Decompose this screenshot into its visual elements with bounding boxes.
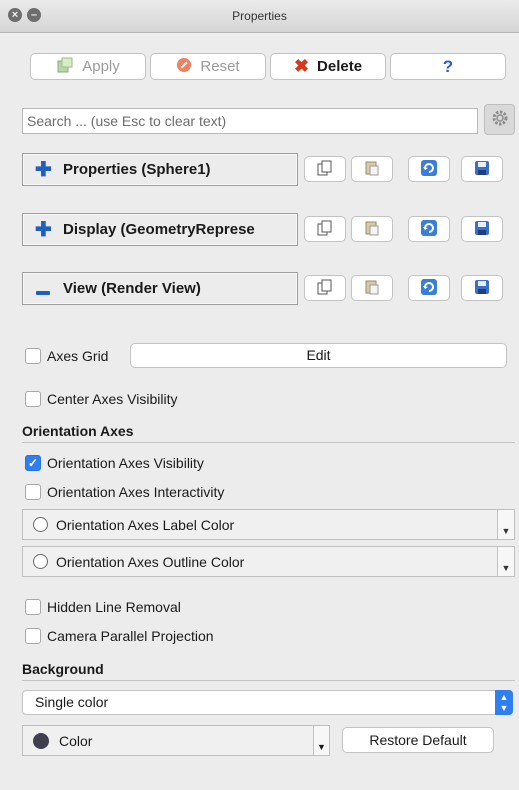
- paste-view-button[interactable]: [351, 275, 393, 301]
- camera-parallel-checkbox[interactable]: Camera Parallel Projection: [25, 628, 214, 644]
- reload-icon: [420, 278, 438, 299]
- apply-icon: [56, 57, 74, 77]
- color-swatch-icon: [33, 517, 48, 532]
- expand-plus-icon: ✚: [35, 158, 52, 181]
- reload-properties-button[interactable]: [408, 156, 450, 182]
- help-button[interactable]: ?: [390, 53, 506, 80]
- orientation-axes-heading: Orientation Axes: [22, 423, 134, 439]
- dropdown-arrow-icon[interactable]: ▼: [498, 509, 515, 540]
- window-title: Properties: [232, 9, 287, 23]
- reset-label: Reset: [200, 58, 240, 75]
- delete-button[interactable]: ✖ Delete: [270, 53, 386, 80]
- reload-view-button[interactable]: [408, 275, 450, 301]
- dropdown-arrow-icon[interactable]: ▼: [314, 725, 330, 756]
- hidden-line-removal-checkbox[interactable]: Hidden Line Removal: [25, 599, 181, 615]
- color-swatch-icon: [33, 732, 49, 749]
- help-label: ?: [442, 56, 454, 76]
- section-properties-header[interactable]: ✚ Properties (Sphere1): [22, 153, 298, 186]
- reset-icon: [176, 57, 192, 77]
- orientation-label-color-label: Orientation Axes Label Color: [56, 516, 235, 533]
- save-view-button[interactable]: [461, 275, 503, 301]
- restore-default-button[interactable]: Restore Default: [342, 727, 494, 753]
- paste-icon: [363, 159, 381, 180]
- background-color-label: Color: [59, 732, 93, 749]
- orientation-label-color-button[interactable]: Orientation Axes Label Color: [22, 509, 498, 540]
- background-heading: Background: [22, 661, 104, 677]
- copy-icon: [316, 278, 334, 299]
- copy-view-button[interactable]: [304, 275, 346, 301]
- collapse-minus-icon: [35, 279, 51, 299]
- center-axes-box[interactable]: [25, 391, 41, 407]
- section-view-header[interactable]: View (Render View): [22, 272, 298, 305]
- orientation-visibility-checkbox[interactable]: ✓ Orientation Axes Visibility: [25, 455, 204, 471]
- expand-plus-icon: ✚: [35, 218, 52, 241]
- orientation-interactivity-checkbox[interactable]: Orientation Axes Interactivity: [25, 484, 224, 500]
- paste-display-button[interactable]: [351, 216, 393, 242]
- orientation-outline-color-label: Orientation Axes Outline Color: [56, 553, 245, 570]
- save-icon: [473, 278, 491, 299]
- axes-grid-checkbox[interactable]: Axes Grid: [25, 348, 108, 364]
- delete-label: Delete: [317, 58, 363, 75]
- section-display-label: Display (GeometryReprese: [63, 221, 255, 238]
- save-display-button[interactable]: [461, 216, 503, 242]
- apply-button[interactable]: Apply: [30, 53, 146, 80]
- section-display-header[interactable]: ✚ Display (GeometryReprese: [22, 213, 298, 246]
- apply-label: Apply: [82, 58, 120, 75]
- updown-chevron-icon: ▲ ▼: [495, 690, 513, 715]
- divider: [22, 680, 515, 681]
- axes-grid-box[interactable]: [25, 348, 41, 364]
- delete-x-icon: ✖: [293, 56, 310, 76]
- copy-icon: [316, 219, 334, 240]
- color-swatch-icon: [33, 554, 48, 569]
- save-icon: [473, 159, 491, 180]
- reset-button[interactable]: Reset: [150, 53, 266, 80]
- save-properties-button[interactable]: [461, 156, 503, 182]
- center-axes-checkbox[interactable]: Center Axes Visibility: [25, 391, 177, 407]
- gear-icon: [491, 109, 509, 130]
- checkmark-icon[interactable]: ✓: [25, 455, 41, 471]
- reload-display-button[interactable]: [408, 216, 450, 242]
- orientation-interactivity-label: Orientation Axes Interactivity: [47, 484, 225, 500]
- reload-icon: [420, 159, 438, 180]
- reload-icon: [420, 219, 438, 240]
- save-icon: [473, 219, 491, 240]
- orientation-interactivity-box[interactable]: [25, 484, 41, 500]
- copy-display-button[interactable]: [304, 216, 346, 242]
- camera-parallel-label: Camera Parallel Projection: [47, 628, 214, 644]
- orientation-visibility-label: Orientation Axes Visibility: [47, 455, 204, 471]
- camera-parallel-box[interactable]: [25, 628, 41, 644]
- section-properties-label: Properties (Sphere1): [63, 161, 211, 178]
- axes-grid-label: Axes Grid: [47, 348, 109, 364]
- copy-properties-button[interactable]: [304, 156, 346, 182]
- background-mode-select[interactable]: Single color ▲ ▼: [22, 690, 513, 715]
- copy-icon: [316, 159, 334, 180]
- dropdown-arrow-icon[interactable]: ▼: [498, 546, 515, 577]
- paste-icon: [363, 219, 381, 240]
- center-axes-label: Center Axes Visibility: [47, 391, 178, 407]
- title-bar: × – Properties: [0, 0, 519, 33]
- search-input[interactable]: Search ... (use Esc to clear text): [22, 108, 478, 134]
- background-mode-value: Single color: [35, 694, 109, 710]
- orientation-outline-color-button[interactable]: Orientation Axes Outline Color: [22, 546, 498, 577]
- paste-properties-button[interactable]: [351, 156, 393, 182]
- background-color-button[interactable]: Color: [22, 725, 314, 756]
- axes-grid-edit-button[interactable]: Edit: [130, 343, 507, 368]
- section-view-label: View (Render View): [63, 280, 201, 297]
- advanced-settings-button[interactable]: [484, 104, 515, 135]
- paste-icon: [363, 278, 381, 299]
- hidden-line-removal-box[interactable]: [25, 599, 41, 615]
- hidden-line-removal-label: Hidden Line Removal: [47, 599, 181, 615]
- divider: [22, 442, 515, 443]
